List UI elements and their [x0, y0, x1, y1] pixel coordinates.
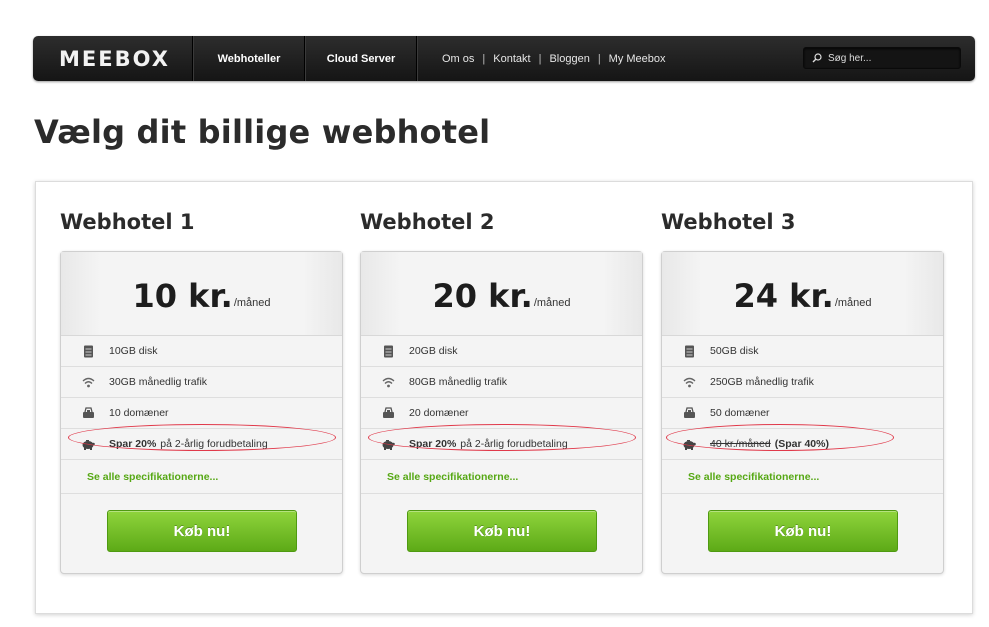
- buy-now-button[interactable]: Køb nu!: [407, 510, 597, 552]
- price-area: 10 kr. /måned: [61, 252, 342, 336]
- feature-traffic: 30GB månedlig trafik: [61, 367, 342, 398]
- see-all-specs-link[interactable]: Se alle specifikationerne...: [662, 460, 943, 494]
- wifi-icon: [682, 375, 696, 389]
- feature-offer: Spar 20% på 2-årlig forudbetaling: [61, 429, 342, 460]
- offer-highlight: Spar 20%: [409, 438, 457, 450]
- see-all-specs-link[interactable]: Se alle specifikationerne...: [61, 460, 342, 494]
- feature-text: 20 domæner: [409, 407, 469, 419]
- feature-disk: 10GB disk: [61, 336, 342, 367]
- price-unit: /måned: [533, 296, 571, 309]
- feature-traffic: 250GB månedlig trafik: [662, 367, 943, 398]
- feature-offer: 40 kr./måned (Spar 40%): [662, 429, 943, 460]
- plan-card: 24 kr. /måned 50GB disk 250GB månedlig t…: [661, 251, 944, 574]
- nav-separator: |: [482, 52, 486, 65]
- feature-text: 250GB månedlig trafik: [710, 376, 814, 388]
- feature-text: 30GB månedlig trafik: [109, 376, 208, 388]
- domain-icon: [682, 406, 696, 420]
- top-navbar: MEEBOX Webhoteller Cloud Server Om os | …: [33, 36, 975, 81]
- old-price-strikethrough: 40 kr./måned: [710, 438, 771, 450]
- search-icon: [812, 53, 822, 63]
- meebox-logo[interactable]: MEEBOX: [33, 36, 193, 81]
- search-input[interactable]: Søg her...: [803, 47, 961, 69]
- nav-link-bloggen[interactable]: Bloggen: [549, 53, 589, 65]
- plan-card: 20 kr. /måned 20GB disk 80GB månedlig tr…: [360, 251, 643, 574]
- price-area: 20 kr. /måned: [361, 252, 642, 336]
- disk-icon: [682, 344, 696, 358]
- feature-domains: 50 domæner: [662, 398, 943, 429]
- feature-traffic: 80GB månedlig trafik: [361, 367, 642, 398]
- feature-text: 10GB disk: [109, 345, 158, 357]
- price-value: 20 kr.: [432, 276, 533, 315]
- nav-link-kontakt[interactable]: Kontakt: [493, 53, 530, 65]
- price-value: 24 kr.: [733, 276, 834, 315]
- feature-text: 20GB disk: [409, 345, 458, 357]
- offer-text: på 2-årlig forudbetaling: [160, 438, 268, 450]
- feature-text: 80GB månedlig trafik: [409, 376, 508, 388]
- offer-highlight: (Spar 40%): [774, 438, 829, 450]
- plan-name: Webhotel 2: [360, 210, 495, 234]
- offer-text: på 2-årlig forudbetaling: [460, 438, 568, 450]
- disk-icon: [381, 344, 395, 358]
- nav-link-om-os[interactable]: Om os: [442, 53, 474, 65]
- feature-offer: Spar 20% på 2-årlig forudbetaling: [361, 429, 642, 460]
- piggy-bank-icon: [682, 437, 696, 451]
- nav-webhoteller[interactable]: Webhoteller: [193, 36, 305, 81]
- buy-now-button[interactable]: Køb nu!: [708, 510, 898, 552]
- price-area: 24 kr. /måned: [662, 252, 943, 336]
- feature-text: 50GB disk: [710, 345, 759, 357]
- feature-domains: 10 domæner: [61, 398, 342, 429]
- price-value: 10 kr.: [132, 276, 233, 315]
- wifi-icon: [81, 375, 95, 389]
- search-placeholder: Søg her...: [828, 52, 872, 64]
- nav-link-my-meebox[interactable]: My Meebox: [609, 53, 666, 65]
- page-title: Vælg dit billige webhotel: [34, 113, 491, 151]
- wifi-icon: [381, 375, 395, 389]
- feature-disk: 20GB disk: [361, 336, 642, 367]
- nav-cloud-server[interactable]: Cloud Server: [305, 36, 417, 81]
- feature-text: 50 domæner: [710, 407, 770, 419]
- domain-icon: [81, 406, 95, 420]
- plans-panel: Webhotel 1 10 kr. /måned 10GB disk 30GB …: [35, 181, 973, 614]
- see-all-specs-link[interactable]: Se alle specifikationerne...: [361, 460, 642, 494]
- piggy-bank-icon: [381, 437, 395, 451]
- piggy-bank-icon: [81, 437, 95, 451]
- plan-card: 10 kr. /måned 10GB disk 30GB månedlig tr…: [60, 251, 343, 574]
- feature-text: 10 domæner: [109, 407, 169, 419]
- price-unit: /måned: [834, 296, 872, 309]
- plan-name: Webhotel 1: [60, 210, 195, 234]
- domain-icon: [381, 406, 395, 420]
- offer-highlight: Spar 20%: [109, 438, 157, 450]
- disk-icon: [81, 344, 95, 358]
- plan-name: Webhotel 3: [661, 210, 796, 234]
- nav-separator: |: [597, 52, 601, 65]
- feature-domains: 20 domæner: [361, 398, 642, 429]
- nav-secondary-links: Om os | Kontakt | Bloggen | My Meebox: [417, 36, 666, 81]
- nav-separator: |: [538, 52, 542, 65]
- feature-disk: 50GB disk: [662, 336, 943, 367]
- buy-now-button[interactable]: Køb nu!: [107, 510, 297, 552]
- price-unit: /måned: [233, 296, 271, 309]
